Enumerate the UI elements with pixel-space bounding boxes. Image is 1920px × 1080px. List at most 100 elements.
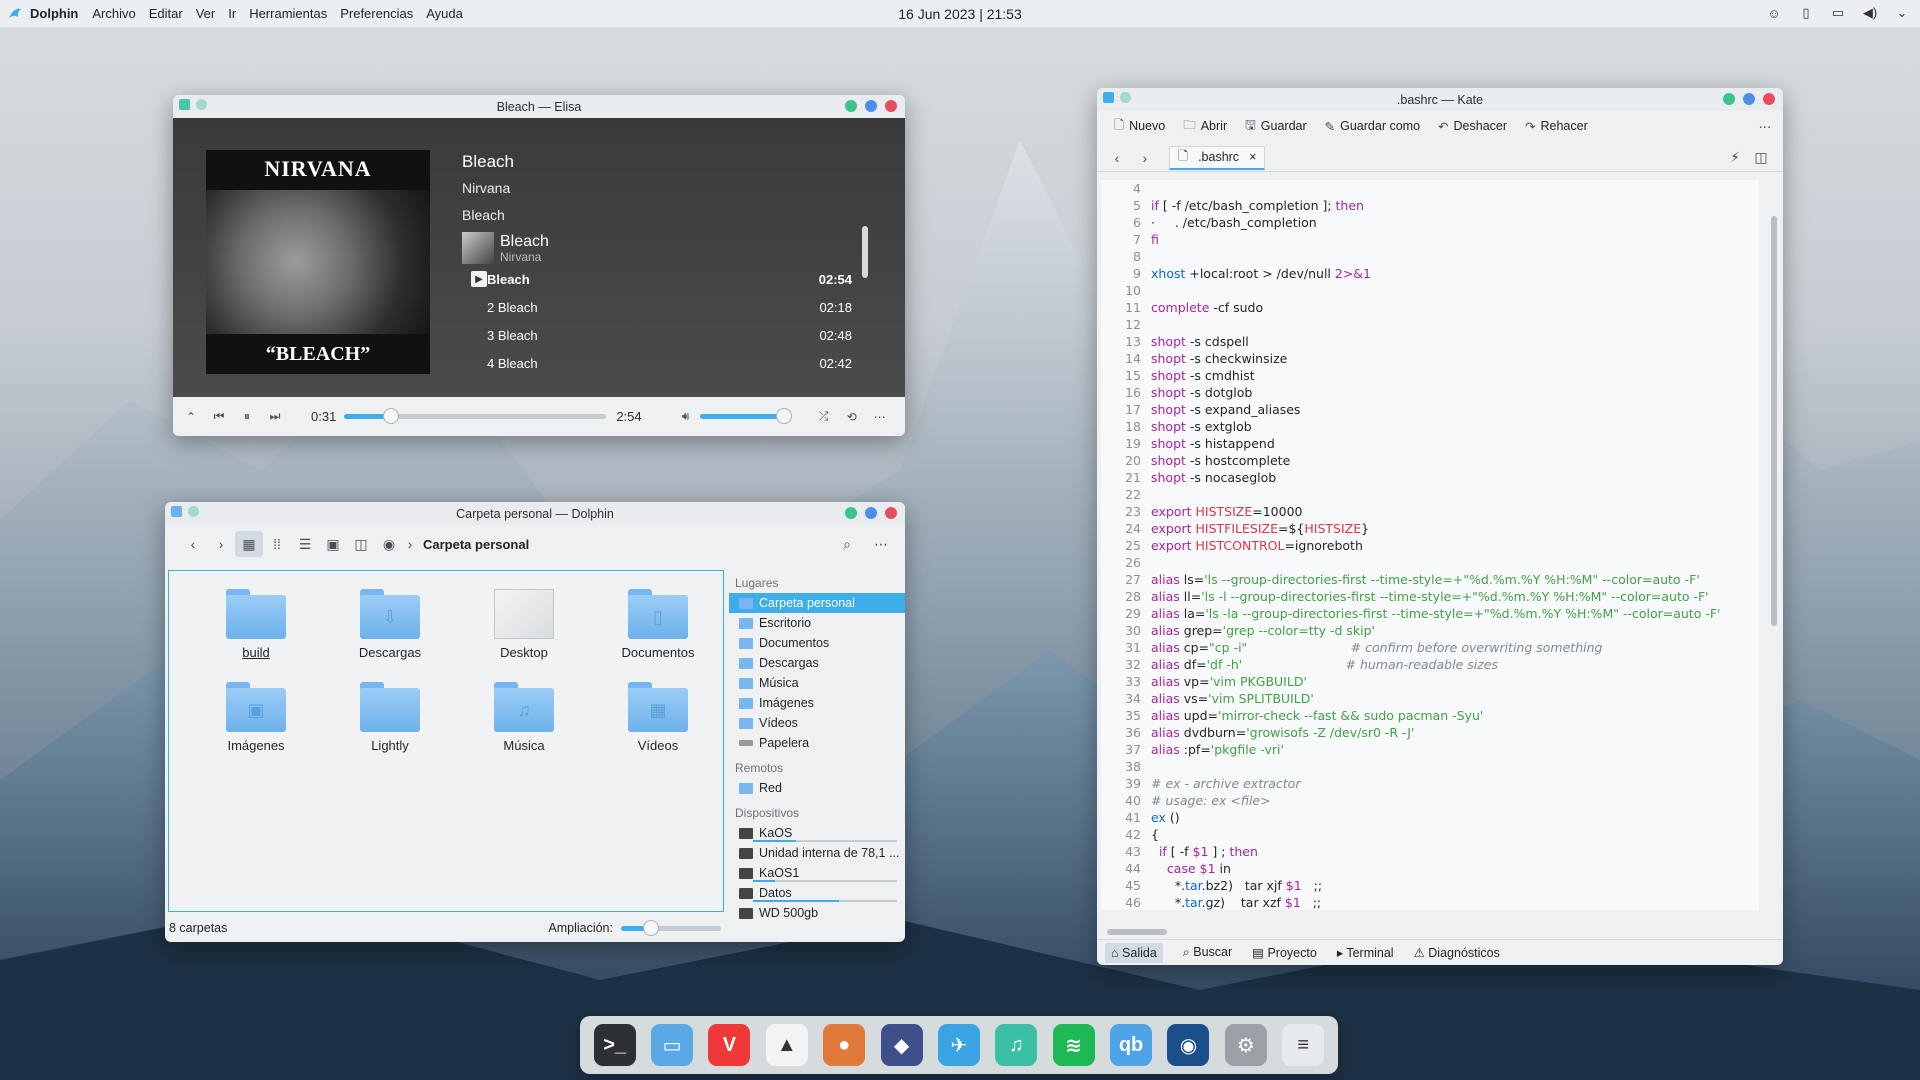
code-line[interactable]: shopt -s histappend [1151,435,1720,452]
gimp-dock-icon[interactable]: ● [823,1024,866,1066]
code-line[interactable]: # usage: ex <file> [1151,792,1720,809]
place-item[interactable]: Vídeos [729,713,905,733]
kdenlive-dock-icon[interactable]: ◆ [880,1024,923,1066]
folder-item[interactable]: ♫ Música [457,682,591,753]
device-item[interactable]: Unidad interna de 78,1 ... [729,843,905,863]
vertical-scrollbar[interactable] [1771,216,1777,626]
place-item[interactable]: Escritorio [729,613,905,633]
place-item[interactable]: Papelera [729,733,905,753]
elisa-titlebar[interactable]: Bleach — Elisa [173,95,905,118]
repeat-icon[interactable]: ⟲ [838,410,866,424]
output-tab[interactable]: ⌂ Salida [1105,942,1163,963]
compact-view-icon[interactable]: ⁞⁞ [263,531,291,557]
place-item-red[interactable]: Red [729,778,905,798]
menu-preferencias[interactable]: Preferencias [340,6,413,21]
track-row[interactable]: ▶ Bleach 02:54 [462,267,852,291]
terminal-tab[interactable]: ▸ Terminal [1337,945,1394,960]
volume-handle[interactable] [776,408,793,424]
search-icon[interactable]: ⌕ [833,531,861,557]
code-line[interactable]: fi [1151,231,1720,248]
spotify-dock-icon[interactable]: ≋ [1052,1024,1095,1066]
icons-view-icon[interactable]: ▦ [235,531,263,557]
display-icon[interactable]: ▭ [1828,3,1848,23]
pin-icon[interactable] [188,506,199,517]
code-line[interactable]: *.tar.gz) tar xzf $1 ;; [1151,894,1720,910]
preview-icon[interactable]: ▣ [319,531,347,557]
diagnostics-tab[interactable]: ⚠ Diagnósticos [1414,945,1500,960]
device-item[interactable]: Datos [729,883,905,903]
volume-icon[interactable]: 🔊︎ [672,409,700,424]
forward-icon[interactable]: › [207,531,235,557]
undo-button[interactable]: ↶ Deshacer [1438,119,1507,134]
menu-ayuda[interactable]: Ayuda [426,6,463,21]
battery-icon[interactable]: ▯ [1796,3,1816,23]
device-item[interactable]: KaOS1 [729,863,905,883]
close-button[interactable] [1763,93,1775,105]
show-hidden-icon[interactable]: ◉ [375,531,403,557]
track-row[interactable]: 3 Bleach 02:48 [462,323,852,347]
place-item[interactable]: Imágenes [729,693,905,713]
code-line[interactable] [1151,316,1720,333]
minimize-button[interactable] [1723,93,1735,105]
code-line[interactable]: shopt -s expand_aliases [1151,401,1720,418]
back-icon[interactable]: ‹ [179,531,207,557]
code-line[interactable]: alias la='ls -la --group-directories-fir… [1151,605,1720,622]
code-line[interactable]: alias vs='vim SPLITBUILD' [1151,690,1720,707]
tab-bashrc[interactable]: 🗋︎ .bashrc × [1169,145,1266,170]
vivaldi-dock-icon[interactable]: V [708,1024,751,1066]
search-tab[interactable]: ⌕ Buscar [1183,945,1232,960]
new-button[interactable]: 🗋︎ Nuevo [1114,116,1165,137]
track-row[interactable]: 4 Bleach 02:42 [462,351,852,375]
code-line[interactable]: shopt -s checkwinsize [1151,350,1720,367]
code-line[interactable]: alias :pf='pkgfile -vri' [1151,741,1720,758]
breadcrumb[interactable]: Carpeta personal [423,537,529,552]
pause-icon[interactable]: ⏸ [233,409,261,424]
code-line[interactable]: export HISTCONTROL=ignoreboth [1151,537,1720,554]
minimize-button[interactable] [845,507,857,519]
menu-ir[interactable]: Ir [228,6,236,21]
code-line[interactable] [1151,248,1720,265]
volume-icon[interactable]: ◀) [1860,3,1880,23]
elisa-dock-icon[interactable]: ♫ [995,1024,1038,1066]
code-line[interactable]: export HISTFILESIZE=${HISTSIZE} [1151,520,1720,537]
settings-dock-icon[interactable]: ⚙ [1224,1024,1267,1066]
code-line[interactable]: shopt -s hostcomplete [1151,452,1720,469]
device-item[interactable]: KaOS [729,823,905,843]
code-line[interactable]: shopt -s dotglob [1151,384,1720,401]
inkscape-dock-icon[interactable]: ▲ [765,1024,808,1066]
code-line[interactable]: export HISTSIZE=10000 [1151,503,1720,520]
forward-icon[interactable]: › [1131,145,1159,171]
horizontal-scrollbar[interactable] [1107,929,1167,935]
save-button[interactable]: 🖫︎ Guardar [1245,116,1307,137]
close-button[interactable] [885,100,897,112]
code-line[interactable]: if [ -f /etc/bash_completion ]; then [1151,197,1720,214]
code-line[interactable] [1151,554,1720,571]
clock[interactable]: 16 Jun 2023 | 21:53 [898,6,1022,22]
seek-slider[interactable] [344,408,607,424]
code-line[interactable]: alias df='df -h' # human-readable sizes [1151,656,1720,673]
next-icon[interactable]: ⏭ [261,409,289,424]
code-line[interactable]: { [1151,826,1720,843]
code-line[interactable]: alias ll='ls -l --group-directories-firs… [1151,588,1720,605]
pin-icon[interactable] [196,99,207,110]
zoom-slider[interactable] [621,919,721,936]
code-line[interactable]: case $1 in [1151,860,1720,877]
code-line[interactable] [1151,758,1720,775]
menu-editar[interactable]: Editar [149,6,183,21]
code-text[interactable]: if [ -f /etc/bash_completion ]; then · . … [1151,180,1720,910]
place-item[interactable]: Descargas [729,653,905,673]
code-line[interactable] [1151,282,1720,299]
code-line[interactable]: # ex - archive extractor [1151,775,1720,792]
code-line[interactable]: shopt -s cdspell [1151,333,1720,350]
close-button[interactable] [885,507,897,519]
split-view-icon[interactable]: ◫ [347,531,375,557]
volume-slider[interactable] [699,408,793,424]
code-line[interactable]: alias cp="cp -i" # confirm before overwr… [1151,639,1720,656]
file-view[interactable]: build ⇩ Descargas Desktop ▯ Documentos ▣ Imágen… [168,570,724,912]
menu-herramientas[interactable]: Herramientas [249,6,327,21]
previous-icon[interactable]: ⏮ [205,409,233,424]
code-line[interactable]: *.tar.bz2) tar xjf $1 ;; [1151,877,1720,894]
shuffle-icon[interactable]: ⤮ [810,409,838,424]
seek-handle[interactable] [383,408,400,424]
steam-dock-icon[interactable]: ◉ [1167,1024,1210,1066]
